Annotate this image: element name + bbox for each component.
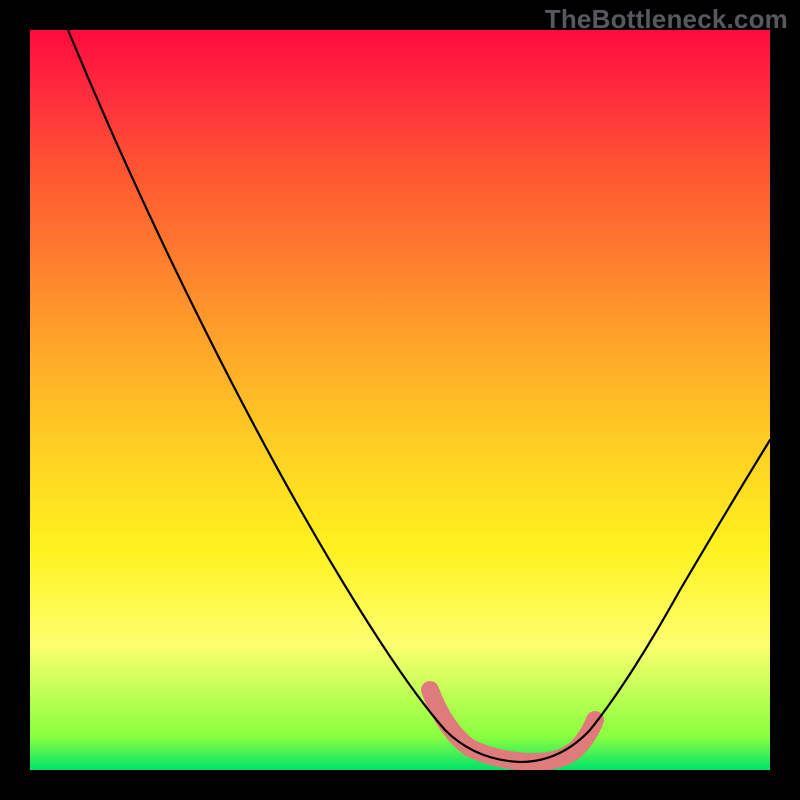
chart-frame: TheBottleneck.com bbox=[0, 0, 800, 800]
bottleneck-curve-svg bbox=[30, 30, 770, 770]
minimum-highlight-arc bbox=[430, 690, 595, 762]
bottleneck-curve-line bbox=[68, 30, 770, 762]
plot-area bbox=[30, 30, 770, 770]
watermark-text: TheBottleneck.com bbox=[545, 4, 788, 35]
